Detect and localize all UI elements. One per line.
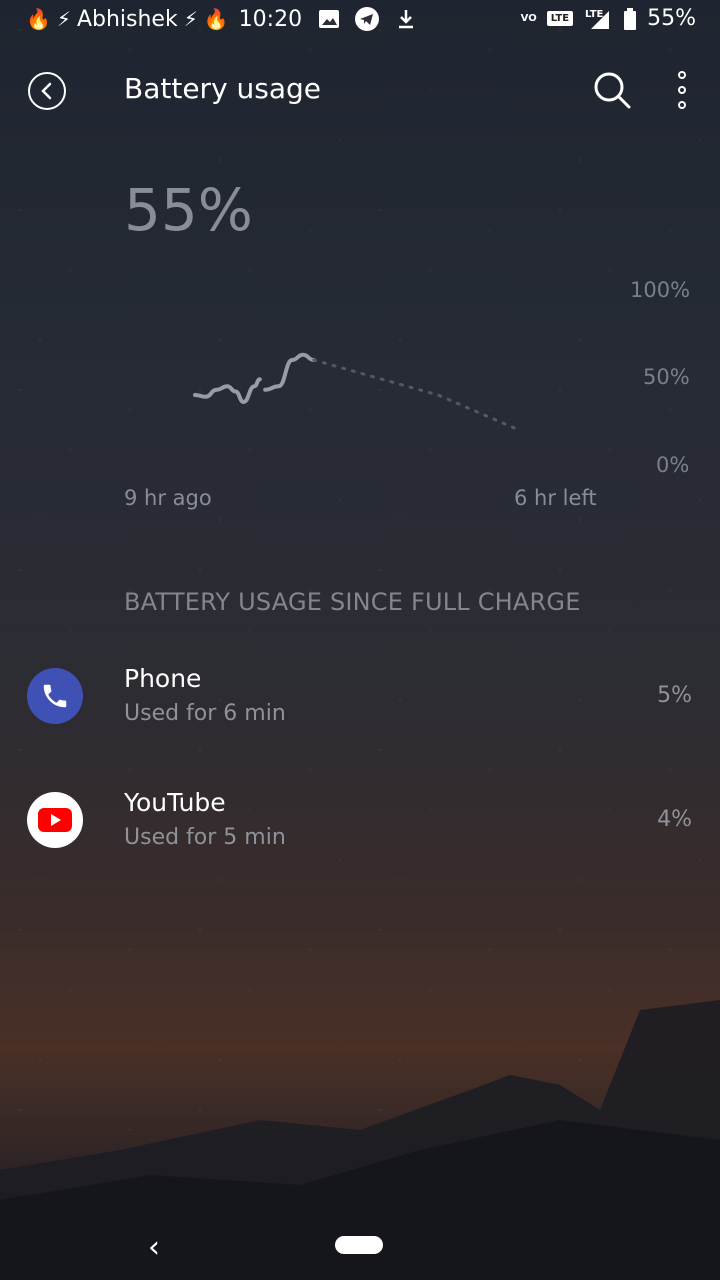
- search-button[interactable]: [590, 68, 634, 112]
- y-tick-50: 50%: [643, 365, 690, 389]
- lightning-emoji: ⚡: [183, 7, 198, 31]
- battery-series-line: [263, 352, 316, 392]
- battery-chart: 100% 50% 0% 9 hr ago 6 hr left: [0, 270, 720, 520]
- usage-item-name: Phone: [124, 664, 202, 693]
- usage-item-youtube[interactable]: YouTube Used for 5 min 4%: [0, 780, 720, 870]
- y-tick-0: 0%: [656, 453, 690, 477]
- volte-lte-box: LTE: [546, 11, 574, 26]
- app-bar: Battery usage: [0, 60, 720, 120]
- more-dot-icon: [678, 71, 686, 79]
- fire-emoji: 🔥: [26, 7, 51, 31]
- lte-label: LTE: [585, 9, 604, 20]
- nav-back-button[interactable]: ‹: [148, 1230, 160, 1265]
- more-dot-icon: [678, 86, 686, 94]
- usage-item-percent: 4%: [657, 807, 692, 832]
- more-options-button[interactable]: [668, 68, 696, 112]
- page-title: Battery usage: [124, 72, 322, 105]
- battery-icon: [623, 7, 637, 31]
- youtube-icon: [38, 808, 72, 832]
- fire-emoji: 🔥: [203, 7, 229, 31]
- x-start-label: 9 hr ago: [124, 486, 212, 510]
- battery-series-line: [193, 377, 262, 405]
- usage-item-percent: 5%: [657, 683, 692, 708]
- lightning-emoji: ⚡: [56, 7, 71, 31]
- nav-home-pill[interactable]: [335, 1236, 383, 1254]
- carrier-name: Abhishek: [76, 6, 178, 32]
- navigation-bar: ‹: [0, 1216, 720, 1280]
- chevron-left-icon: [41, 82, 52, 100]
- search-icon: [594, 72, 631, 109]
- usage-item-name: YouTube: [124, 788, 226, 817]
- phone-icon: [43, 684, 67, 708]
- battery-projection-line: [312, 358, 521, 432]
- usage-section-header: BATTERY USAGE SINCE FULL CHARGE: [124, 588, 581, 616]
- telegram-icon: [354, 6, 380, 32]
- status-battery-percent: 55%: [647, 6, 696, 31]
- status-bar: 🔥 ⚡ Abhishek ⚡ 🔥 10:20 VO LTE LTE 55%: [0, 0, 720, 44]
- x-end-label: 6 hr left: [514, 486, 597, 510]
- usage-item-detail: Used for 6 min: [124, 701, 286, 726]
- y-tick-100: 100%: [630, 278, 691, 302]
- status-time: 10:20: [238, 6, 303, 32]
- usage-item-phone[interactable]: Phone Used for 6 min 5%: [0, 656, 720, 746]
- volte-label: VO: [520, 13, 537, 24]
- battery-level-text: 55%: [124, 176, 253, 244]
- phone-app-icon: [27, 668, 83, 724]
- battery-chart-svg: [193, 352, 521, 432]
- download-icon: [394, 7, 418, 31]
- status-right: VO LTE LTE 55%: [521, 6, 696, 31]
- back-button[interactable]: [28, 72, 66, 110]
- gallery-icon: [318, 8, 340, 30]
- signal-icon: LTE: [583, 7, 613, 31]
- more-dot-icon: [678, 101, 686, 109]
- usage-item-detail: Used for 5 min: [124, 825, 286, 850]
- youtube-app-icon: [27, 792, 83, 848]
- status-left: 🔥 ⚡ Abhishek ⚡ 🔥 10:20: [26, 6, 418, 32]
